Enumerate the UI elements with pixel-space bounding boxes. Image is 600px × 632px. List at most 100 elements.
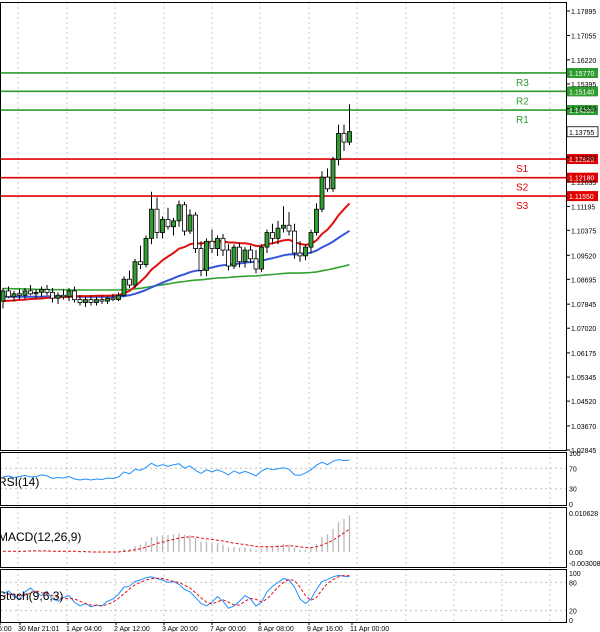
candle: [259, 244, 264, 272]
indicator-panels: RSI(14) 100 70 30 0 MACD(12,26,9) 0.010628 0.00…: [0, 451, 600, 625]
candle: [171, 217, 176, 236]
candle: [138, 245, 143, 270]
candle-body-bullish: [33, 291, 39, 295]
level-name-label: S1: [516, 164, 529, 175]
candle: [165, 207, 171, 230]
time-axis-label: 30 Mar 21:01: [18, 626, 59, 632]
candle-body-bullish: [94, 299, 99, 303]
candle-body-bullish: [330, 159, 336, 190]
stoch-axis-label: 0: [569, 618, 573, 625]
level-name-label: R1: [516, 115, 529, 126]
candle: [308, 229, 314, 253]
candle-body-bearish: [17, 293, 22, 296]
candle-body-bullish: [132, 261, 138, 286]
candle: [105, 296, 110, 305]
candle-body-bullish: [314, 208, 319, 233]
candle: [215, 235, 220, 256]
candle-body-bearish: [61, 294, 66, 298]
price-axis-label: 1.06175: [571, 351, 596, 358]
candle-body-bullish: [259, 246, 264, 270]
price-axis-label: 1.02845: [571, 448, 596, 455]
candle: [55, 292, 61, 305]
price-axis-label: 1.15395: [571, 82, 596, 89]
candle: [121, 276, 127, 297]
candle-body-bearish: [237, 246, 242, 263]
candle-body-bearish: [193, 214, 198, 249]
level-price-label: 1.15770: [569, 71, 594, 78]
candle-body-bearish: [6, 290, 11, 298]
time-axis: 6:00 30 Mar 21:01 1 Apr 04:00 2 Apr 12:00 3 …: [0, 622, 389, 632]
candle-body-bearish: [154, 208, 160, 233]
candle: [0, 287, 6, 309]
candle: [143, 235, 149, 268]
candle: [187, 209, 193, 235]
candle: [116, 292, 121, 302]
candle-body-bearish: [220, 237, 226, 251]
candle-body-bullish: [336, 132, 341, 161]
level-name-label: R3: [516, 78, 529, 89]
candle-body-bullish: [149, 208, 154, 239]
price-axis-label: 1.05345: [571, 375, 596, 382]
rsi-axis-label: 30: [569, 487, 577, 494]
trading-chart[interactable]: 1.15770R31.15140R21.14500R11.12820S11.12…: [0, 0, 600, 632]
candle-body-bearish: [226, 249, 231, 267]
candle: [325, 168, 330, 192]
candle: [154, 197, 160, 239]
candle-body-bullish: [319, 176, 325, 210]
candle-body-bullish: [121, 278, 127, 296]
candle: [39, 286, 44, 297]
grid-lines: [17, 2, 551, 622]
candle-body-bearish: [198, 248, 204, 271]
candle: [341, 124, 347, 151]
candle-body-bullish: [215, 237, 220, 249]
candle-body-bullish: [242, 249, 248, 263]
candle-body-bullish: [347, 131, 352, 143]
candle-body-bullish: [0, 290, 6, 302]
candle-body-bearish: [28, 290, 33, 295]
candle: [83, 296, 88, 307]
price-axis-label: 1.03670: [571, 424, 596, 431]
candle: [248, 245, 253, 264]
ma-blue-line: [3, 229, 351, 298]
price-axis-label: 1.04520: [571, 399, 596, 406]
time-axis-label: 6:00: [0, 626, 12, 632]
candle: [314, 203, 319, 236]
candle: [319, 171, 325, 213]
candle-body-bearish: [325, 176, 330, 190]
price-axis-label: 1.07845: [571, 302, 596, 309]
macd-axis-label: 0.010628: [569, 511, 598, 518]
level-name-label: S3: [516, 201, 529, 212]
rsi-axis-label: 70: [569, 466, 577, 473]
candle-body-bullish: [281, 224, 286, 229]
candle-body-bearish: [182, 204, 187, 232]
candle-body-bullish: [66, 290, 72, 298]
level-name-label: R2: [516, 96, 529, 107]
candle-body-bullish: [264, 232, 270, 248]
candle: [72, 286, 77, 303]
candle-body-bullish: [303, 246, 308, 257]
price-axis-label: 1.10375: [571, 228, 596, 235]
support-resistance-levels: 1.15770R31.15140R21.14500R11.12820S11.12…: [0, 67, 598, 212]
price-axis-label: 1.14550: [571, 107, 596, 114]
candle-body-bearish: [99, 299, 105, 302]
time-axis-label: 7 Apr 00:00: [210, 626, 246, 632]
macd-axis-label: -0.003008: [569, 561, 600, 568]
panel-frames: [0, 2, 567, 623]
price-axis-label: 1.08695: [571, 277, 596, 284]
candle-body-bullish: [187, 214, 193, 232]
time-axis-label: 3 Apr 20:00: [162, 626, 198, 632]
stoch-axis-label: 80: [569, 580, 577, 587]
candle: [209, 229, 215, 253]
candle-body-bearish: [209, 240, 215, 249]
stoch-axis-label: 20: [569, 609, 577, 616]
time-axis-label: 1 Apr 04:00: [66, 626, 102, 632]
candle-body-bullish: [231, 246, 237, 267]
candle-body-bullish: [160, 219, 165, 233]
candle: [204, 238, 209, 277]
candle: [94, 296, 99, 306]
candle: [270, 223, 275, 245]
candle: [220, 234, 226, 256]
stoch-axis-label: 100: [569, 571, 581, 578]
current-price-label: 1.13755: [569, 130, 594, 137]
candle-body-bearish: [138, 261, 143, 266]
